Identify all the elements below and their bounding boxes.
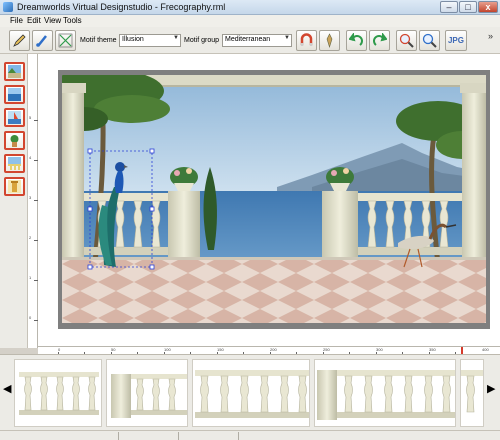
export-jpg-button[interactable]: JPG [445, 30, 467, 51]
canvas-frame [58, 70, 490, 329]
undo-button[interactable] [346, 30, 367, 51]
window-title: Dreamworlds Virtual Designstudio - Freco… [17, 2, 226, 12]
motif-boat-button[interactable] [4, 108, 25, 127]
title-bar: Dreamworlds Virtual Designstudio - Freco… [0, 0, 500, 15]
vruler-label: 1 [29, 275, 32, 280]
design-canvas[interactable] [38, 54, 500, 346]
motif-column-button[interactable] [4, 177, 25, 196]
zoom-out-icon [422, 33, 437, 48]
minimize-button[interactable]: – [440, 1, 458, 13]
motif-thumbnail[interactable] [14, 359, 102, 427]
motif-group-label: Motif group [184, 37, 220, 44]
status-panel [118, 432, 178, 440]
left-toolbar [0, 54, 28, 348]
main-toolbar: Motif theme Illusion ▼ Motif group Medit… [0, 27, 500, 54]
menu-file[interactable]: File [10, 16, 23, 25]
balustrade-icon [8, 157, 21, 170]
pin-icon [326, 33, 333, 48]
vruler-label: 4 [29, 155, 32, 160]
status-panel [178, 432, 238, 440]
motif-thumbnail-strip: ◀ ▶ [0, 354, 500, 430]
motif-sea-button[interactable] [4, 85, 25, 104]
close-button[interactable]: x [478, 1, 498, 13]
brush-button[interactable] [32, 30, 53, 51]
vruler-label: 2 [29, 235, 32, 240]
vruler-label: 5 [29, 115, 32, 120]
motif-thumbnail[interactable] [460, 359, 484, 427]
hruler-label: 250 [323, 347, 330, 352]
sea-icon [8, 88, 21, 101]
chevron-down-icon: ▼ [173, 35, 179, 41]
toolbar-overflow-button[interactable]: » [488, 31, 493, 41]
status-panel [238, 432, 348, 440]
motif-theme-select[interactable]: Illusion ▼ [119, 34, 181, 47]
menu-bar: File Edit View Tools [0, 15, 500, 27]
motif-group-select[interactable]: Mediterranean ▼ [222, 34, 292, 47]
vertical-ruler: 5 4 3 2 1 0 [28, 54, 38, 348]
undo-icon [349, 33, 363, 46]
pencil-button[interactable] [9, 30, 30, 51]
motif-theme-label: Motif theme [80, 37, 117, 44]
menu-edit[interactable]: Edit [27, 16, 41, 25]
motif-thumbnail[interactable] [106, 359, 188, 427]
maximize-button[interactable]: □ [459, 1, 477, 13]
column-icon [8, 180, 21, 193]
pin-button[interactable] [319, 30, 340, 51]
motif-plants-button[interactable] [4, 131, 25, 150]
app-icon [3, 2, 13, 12]
strip-scroll-right-icon[interactable]: ▶ [487, 382, 495, 395]
hruler-label: 300 [376, 347, 383, 352]
chevron-down-icon: ▼ [284, 35, 290, 41]
zoom-in-icon [399, 33, 414, 48]
transform-button[interactable] [55, 30, 76, 51]
motif-landscape-button[interactable] [4, 62, 25, 81]
menu-tools[interactable]: Tools [63, 16, 82, 25]
motif-theme-value: Illusion [122, 36, 144, 43]
motif-balustrade-button[interactable] [4, 154, 25, 173]
hruler-label: 150 [217, 347, 224, 352]
vruler-label: 3 [29, 195, 32, 200]
hruler-label: 400 [482, 347, 489, 352]
status-bar [0, 430, 500, 440]
hruler-label: 100 [164, 347, 171, 352]
zoom-out-button[interactable] [419, 30, 440, 51]
motif-group-value: Mediterranean [225, 36, 271, 43]
mural-scene[interactable] [62, 75, 486, 323]
vruler-label: 0 [29, 315, 32, 320]
hruler-label: 200 [270, 347, 277, 352]
zoom-in-button[interactable] [396, 30, 417, 51]
plant-icon [10, 135, 19, 147]
strip-scroll-left-icon[interactable]: ◀ [3, 382, 11, 395]
landscape-icon [8, 65, 21, 78]
transform-icon [58, 33, 73, 48]
hruler-label: 350 [429, 347, 436, 352]
magnet-icon [300, 33, 313, 46]
redo-button[interactable] [369, 30, 390, 51]
redo-icon [373, 33, 387, 46]
boat-icon [8, 111, 21, 124]
magnet-button[interactable] [296, 30, 317, 51]
horizontal-ruler: 0 50 100 150 200 250 300 350 400 [38, 346, 500, 355]
motif-thumbnail[interactable] [314, 359, 456, 427]
menu-view[interactable]: View [44, 16, 61, 25]
motif-thumbnail[interactable] [192, 359, 310, 427]
pencil-icon [13, 34, 26, 47]
brush-icon [36, 35, 47, 47]
